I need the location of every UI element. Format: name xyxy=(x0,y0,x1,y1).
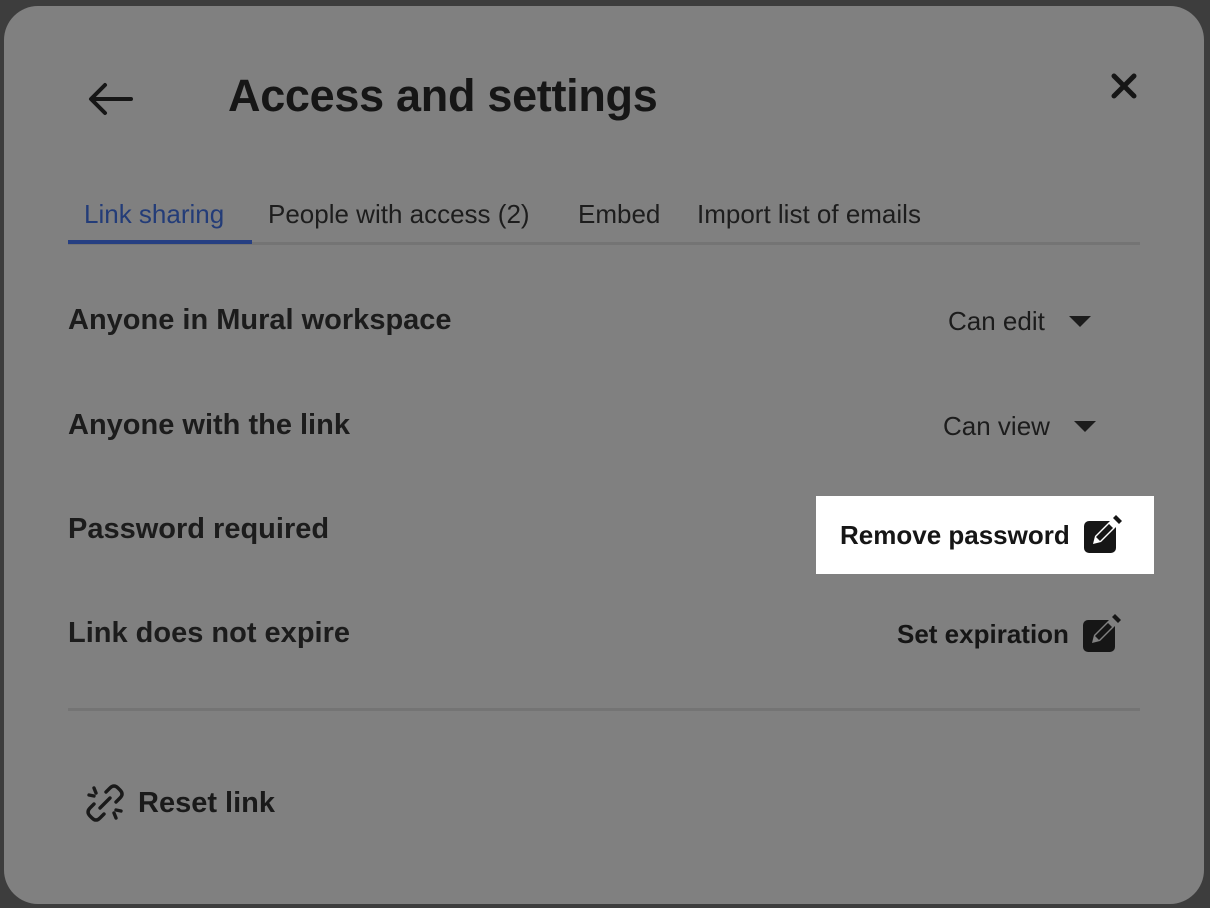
tab-label: Link sharing xyxy=(84,199,225,229)
workspace-permission-dropdown[interactable]: Can edit xyxy=(948,306,1091,337)
edit-icon xyxy=(1081,614,1123,654)
action-label: Set expiration xyxy=(897,618,1069,649)
tab-import-emails[interactable]: Import list of emails xyxy=(697,192,921,242)
link-access-label: Anyone with the link xyxy=(68,409,350,441)
active-tab-indicator xyxy=(68,240,252,244)
dialog-title: Access and settings xyxy=(228,70,658,121)
arrow-left-icon xyxy=(87,82,133,121)
close-button[interactable] xyxy=(1104,68,1144,108)
back-button[interactable] xyxy=(84,80,136,122)
reset-link-label: Reset link xyxy=(138,786,275,819)
tab-label: People with access (2) xyxy=(268,199,530,229)
close-icon xyxy=(1110,72,1138,105)
tab-label: Import list of emails xyxy=(697,199,921,229)
tab-people-with-access[interactable]: People with access (2) xyxy=(268,192,530,242)
set-expiration-button[interactable]: Set expiration xyxy=(897,614,1123,654)
section-divider xyxy=(68,708,1140,711)
workspace-access-label: Anyone in Mural workspace xyxy=(68,304,452,336)
dropdown-value: Can edit xyxy=(948,306,1045,336)
edit-icon xyxy=(1082,515,1124,555)
password-status-label: Password required xyxy=(68,513,330,545)
link-permission-dropdown[interactable]: Can view xyxy=(943,411,1096,442)
dropdown-value: Can view xyxy=(943,411,1050,441)
broken-link-icon xyxy=(86,784,124,822)
tab-link-sharing[interactable]: Link sharing xyxy=(84,192,224,242)
remove-password-button[interactable]: Remove password xyxy=(816,496,1154,574)
action-label: Remove password xyxy=(840,519,1070,550)
reset-link-button[interactable]: Reset link xyxy=(86,784,275,822)
tab-embed[interactable]: Embed xyxy=(578,192,660,242)
expiration-status-label: Link does not expire xyxy=(68,617,350,649)
caret-down-icon xyxy=(1068,316,1091,327)
access-settings-dialog: Access and settings Link sharing People … xyxy=(4,6,1204,904)
caret-down-icon xyxy=(1073,421,1096,432)
tab-bar: Link sharing People with access (2) Embe… xyxy=(68,192,1140,245)
tab-label: Embed xyxy=(578,199,661,229)
